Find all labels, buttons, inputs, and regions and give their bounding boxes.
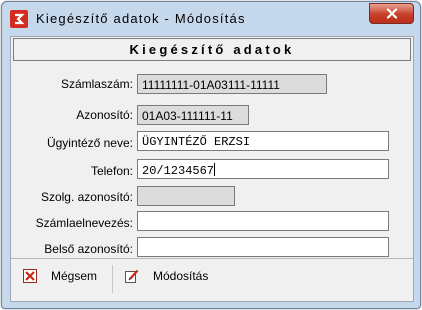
phone-input[interactable]: 20/1234567 bbox=[137, 159, 389, 179]
identifier-field: 01A03-111111-11 bbox=[137, 105, 249, 125]
dialog-window: Kiegészítő adatok - Módosítás Kiegészítő… bbox=[1, 1, 421, 309]
service-id-field bbox=[137, 186, 235, 206]
cancel-button-label: Mégsem bbox=[51, 269, 98, 283]
account-name-input[interactable] bbox=[137, 211, 389, 231]
clerk-name-input[interactable]: ÜGYINTÉZŐ ERZSI bbox=[137, 131, 389, 151]
close-icon bbox=[386, 8, 397, 19]
form-header: Kiegészítő adatok bbox=[13, 38, 411, 61]
internal-id-input[interactable] bbox=[137, 237, 389, 257]
clerk-name-label: Ügyintéző neve: bbox=[46, 136, 133, 150]
internal-id-label: Belső azonosító: bbox=[44, 242, 133, 256]
account-name-label: Számlaelnevezés: bbox=[35, 216, 133, 230]
close-button[interactable] bbox=[369, 3, 414, 24]
cancel-icon bbox=[23, 269, 37, 283]
dialog-footer: Mégsem Módosítás bbox=[11, 259, 413, 301]
modify-button[interactable]: Módosítás bbox=[125, 269, 208, 283]
identifier-label: Azonosító: bbox=[76, 108, 133, 122]
footer-button-separator bbox=[112, 265, 113, 293]
text-caret bbox=[214, 163, 216, 176]
account-number-field: 11111111-01A03111-11111 bbox=[137, 74, 327, 94]
edit-icon bbox=[125, 269, 139, 283]
phone-value: 20/1234567 bbox=[142, 164, 215, 178]
window-title: Kiegészítő adatok - Módosítás bbox=[36, 11, 246, 26]
account-number-label: Számlaszám: bbox=[60, 77, 133, 91]
dialog-client: Kiegészítő adatok Számlaszám: 11111111-0… bbox=[10, 36, 414, 302]
service-id-label: Szolg. azonosító: bbox=[40, 190, 133, 204]
phone-label: Telefon: bbox=[90, 164, 133, 178]
modify-button-label: Módosítás bbox=[153, 269, 209, 283]
title-bar[interactable]: Kiegészítő adatok - Módosítás bbox=[2, 2, 420, 36]
cancel-button[interactable]: Mégsem bbox=[23, 269, 97, 283]
app-logo-icon bbox=[10, 10, 28, 28]
